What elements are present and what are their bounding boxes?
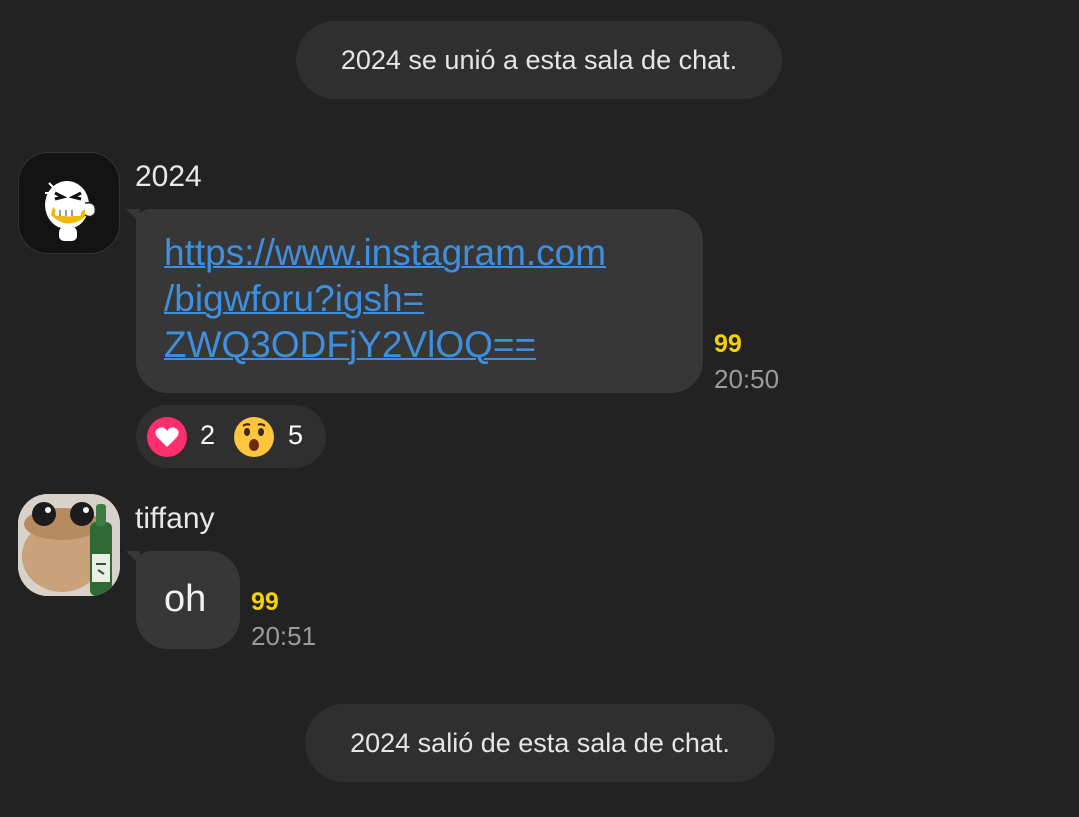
system-message-joined: 2024 se unió a esta sala de chat.	[296, 21, 782, 99]
link-line[interactable]: /bigwforu?igsh=	[164, 276, 606, 322]
chat-room: 2024 se unió a esta sala de chat. 2024 h…	[0, 0, 1079, 817]
sender-name[interactable]: 2024	[135, 160, 202, 194]
laughing-duck-sticker-avatar	[45, 181, 97, 241]
link-line[interactable]: ZWQ3ODFjY2VlOQ==	[164, 322, 606, 368]
avatar[interactable]	[18, 152, 120, 254]
message-time: 20:50	[714, 364, 780, 394]
system-message-left: 2024 salió de esta sala de chat.	[305, 704, 775, 782]
reaction-count: 2	[200, 420, 216, 450]
heart-icon	[147, 417, 187, 457]
reactions-bar[interactable]: 2 5	[136, 405, 326, 468]
unread-count: 99	[714, 330, 742, 358]
unread-count: 99	[251, 588, 279, 616]
avatar[interactable]	[18, 494, 120, 596]
message-link[interactable]: https://www.instagram.com /bigwforu?igsh…	[164, 230, 606, 368]
plush-creature-with-bottle-avatar	[18, 494, 120, 596]
reaction-count: 5	[288, 420, 304, 450]
sender-name[interactable]: tiffany	[135, 502, 215, 536]
surprised-face-icon	[234, 417, 274, 457]
message-text: oh	[164, 578, 207, 620]
message-time: 20:51	[251, 621, 317, 651]
link-line[interactable]: https://www.instagram.com	[164, 230, 606, 276]
